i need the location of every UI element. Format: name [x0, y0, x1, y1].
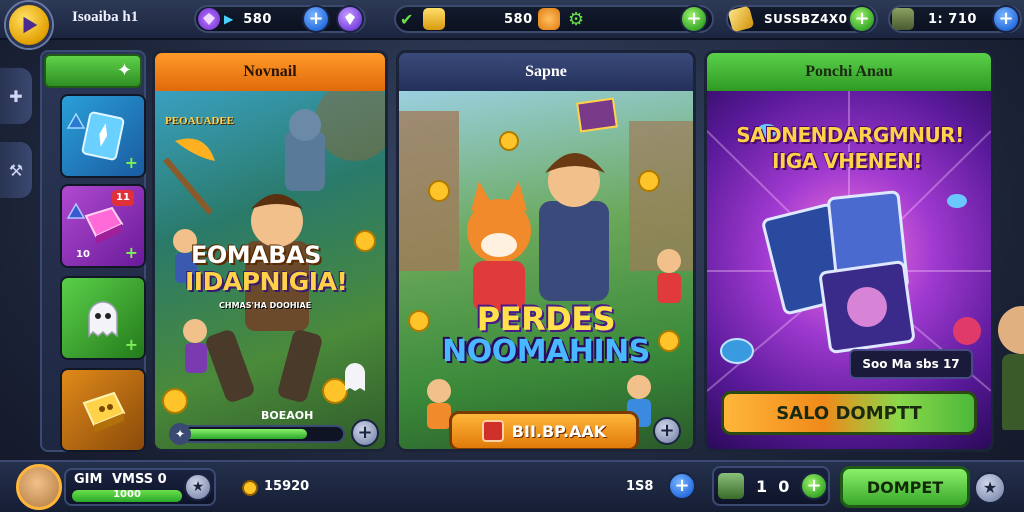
level-value: 1: 710 — [928, 11, 977, 27]
cash-counter: ✔ 580 ⚙ + — [394, 5, 714, 33]
bottom-add-button[interactable]: + — [668, 472, 696, 500]
item-slot-chest[interactable] — [60, 368, 146, 452]
item-slot-ghost[interactable]: + — [60, 276, 146, 360]
player-name: Isoaiba h1 — [72, 9, 139, 25]
panel-1-subtitle: CHMAS'HA DOOHIAE — [219, 301, 312, 310]
panel-1-tag: PEOAUADEE — [165, 115, 235, 127]
side-tab-add[interactable]: ✚ — [0, 66, 34, 126]
ghost-icon — [88, 301, 118, 338]
sparkle-icon: ✦ — [116, 60, 132, 81]
bottom-bar: GIM VMSS 0 1000 ★ 15920 1S8 + 1 0 + DOMP… — [0, 460, 1024, 512]
friend-portrait-icon — [718, 473, 744, 499]
xp-progress-bar: 1000 — [72, 489, 182, 502]
panel-3-title-line1: SADNENDARGMNUR! — [736, 123, 964, 147]
gold-chest-icon — [82, 391, 126, 433]
edge-character-illustration — [998, 306, 1024, 430]
ticket-icon — [481, 420, 504, 442]
side-tab-tools[interactable]: ⚒ — [0, 140, 34, 200]
plus-icon: ✚ — [9, 86, 23, 106]
panel-1-add-button[interactable]: + — [351, 419, 379, 447]
gem-shop-button[interactable] — [336, 5, 364, 33]
event-panel-1[interactable]: Novnail PEOAUADEE EOMABAS IIDAPNIGIA! CH… — [152, 50, 388, 452]
gem-icon — [198, 8, 220, 30]
star-icon: ★ — [191, 479, 205, 495]
sparkle-icon: ✦ — [169, 423, 191, 445]
xp-name: VMSS 0 — [112, 472, 167, 487]
bottom-star-button[interactable]: ★ — [974, 472, 1006, 504]
item-slot-gem[interactable]: 11 10 + — [60, 184, 146, 268]
panel-1-bar-label: BOEAOH — [261, 409, 314, 422]
friends-panel: 1 0 + — [712, 466, 830, 506]
xp-value: 1000 — [113, 489, 141, 500]
play-logo-button[interactable] — [6, 2, 52, 48]
panel-3-claim-button[interactable]: SALO DOMPTT — [721, 391, 977, 435]
panel-3-artwork: SADNENDARGMNUR! IIGA VHENEN! Soo Ma sbs … — [707, 91, 991, 449]
add-cash-button[interactable]: + — [680, 5, 708, 33]
plus-icon: + — [124, 153, 138, 172]
rank-triangle-icon — [66, 202, 86, 219]
settings-gear-icon[interactable]: ⚙ — [568, 9, 584, 30]
panel-2-header: Sapne — [399, 53, 693, 91]
gems-counter: ▶ 580 + — [194, 5, 366, 33]
top-bar: Isoaiba h1 ▶ 580 + ✔ 580 ⚙ + SUSSBZ4X0 +… — [0, 0, 1024, 48]
event-panel-2[interactable]: Sapne PERDES NOOMAHINS BII.BP.AAK + — [396, 50, 696, 452]
level-counter: 1: 710 + — [888, 5, 1022, 33]
panel-2-title-line2: NOOMAHINS — [442, 334, 650, 369]
gem-arrow-icon: ▶ — [224, 12, 234, 26]
xp-label: GIM — [74, 472, 103, 487]
add-gold-button[interactable]: + — [848, 5, 876, 33]
panel-1-progress-bar: ✦ — [169, 423, 345, 445]
mid-value: 1S8 — [626, 479, 654, 494]
tools-icon: ⚒ — [8, 160, 24, 180]
coin-chest-icon — [538, 8, 560, 30]
gold-value: SUSSBZ4X0 — [764, 12, 848, 26]
inventory-column: ✦ + 11 10 + + — [40, 50, 146, 452]
panel-2-title-line1: PERDES — [476, 300, 616, 338]
add-gems-button[interactable]: + — [302, 5, 330, 33]
friends-value: 1 0 — [756, 477, 790, 496]
inventory-header-button[interactable]: ✦ — [44, 54, 142, 88]
panel-1-progress-fill — [173, 429, 308, 439]
xp-boost-button[interactable]: ★ — [184, 473, 212, 501]
slot-level-label: 10 — [76, 249, 90, 260]
cash-value: 580 — [504, 11, 533, 27]
gold-ingot-icon — [727, 5, 755, 33]
player-avatar[interactable] — [16, 464, 62, 510]
panel-2-button-label: BII.BP.AAK — [511, 421, 607, 441]
star-icon: ★ — [982, 478, 998, 497]
rank-triangle-icon — [66, 112, 86, 129]
panel-2-play-button[interactable]: BII.BP.AAK — [449, 411, 639, 449]
panel-2-add-button[interactable]: + — [653, 417, 681, 445]
gems-value: 580 — [243, 11, 272, 27]
coin-value: 15920 — [264, 479, 310, 494]
crystal-icon — [345, 13, 355, 25]
fox-and-hero-illustration — [399, 97, 693, 429]
panel-1-artwork: PEOAUADEE EOMABAS IIDAPNIGIA! CHMAS'HA D… — [155, 91, 385, 449]
play-icon — [23, 16, 38, 34]
panel-3-title-line2: IIGA VHENEN! — [772, 149, 922, 173]
event-panel-3[interactable]: Ponchi Anau SADNENDARGMNUR! IIGA VHENEN!… — [704, 50, 994, 452]
coin-icon — [242, 480, 258, 496]
count-badge: 11 — [112, 190, 134, 206]
add-level-button[interactable]: + — [992, 5, 1020, 33]
check-icon: ✔ — [400, 9, 414, 29]
dompet-main-button[interactable]: DOMPET — [840, 466, 970, 508]
panel-1-title-line1: EOMABAS — [191, 241, 321, 269]
panel-1-header: Novnail — [155, 53, 385, 91]
xp-panel: GIM VMSS 0 1000 ★ — [64, 468, 216, 506]
player-portrait-icon — [892, 8, 914, 30]
panel-1-title-line2: IIDAPNIGIA! — [185, 267, 348, 296]
panel-3-header: Ponchi Anau — [707, 53, 991, 91]
item-slot-card[interactable]: + — [60, 94, 146, 178]
gold-counter: SUSSBZ4X0 + — [726, 5, 878, 33]
gold-bar-icon — [423, 8, 446, 30]
panel-2-artwork: PERDES NOOMAHINS BII.BP.AAK + — [399, 91, 693, 449]
panel-3-info-badge: Soo Ma sbs 17 — [849, 349, 973, 379]
add-friend-button[interactable]: + — [800, 472, 828, 500]
plus-icon: + — [124, 243, 138, 262]
plus-icon: + — [124, 335, 138, 354]
